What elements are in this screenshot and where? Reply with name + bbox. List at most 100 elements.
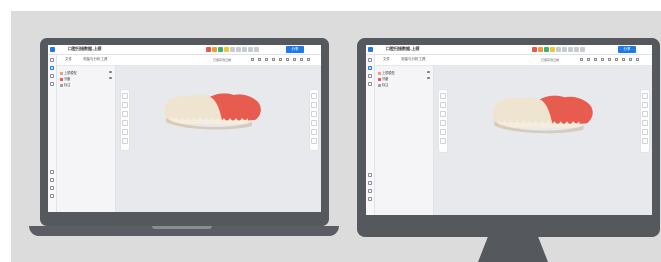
laptop-screen: 口腔扫描数据-上颌 分享 文件 测量与分析工具 已保存到云端 上颌模型 牙龈 标… bbox=[48, 45, 321, 212]
rotate-icon[interactable] bbox=[587, 58, 590, 61]
document-title: 口腔扫描数据-上颌 bbox=[68, 46, 102, 51]
measure-icon[interactable] bbox=[562, 46, 567, 52]
layers-icon[interactable] bbox=[293, 58, 296, 61]
more-icon[interactable] bbox=[636, 58, 639, 61]
history-icon[interactable] bbox=[368, 82, 372, 86]
share-button[interactable]: 分享 bbox=[618, 46, 636, 53]
tab-measure[interactable]: 测量与分析工具 bbox=[83, 57, 108, 62]
gum-icon[interactable] bbox=[544, 46, 549, 52]
tree-item[interactable]: 标注 bbox=[378, 82, 388, 87]
cut-tool-icon[interactable] bbox=[122, 129, 128, 135]
side-view-icon[interactable] bbox=[311, 111, 317, 117]
select-tool-icon[interactable] bbox=[440, 93, 446, 99]
light-icon[interactable] bbox=[279, 58, 282, 61]
home-icon[interactable] bbox=[50, 58, 54, 62]
light-icon[interactable] bbox=[608, 58, 611, 61]
zoom-icon[interactable] bbox=[265, 58, 268, 61]
visibility-icon[interactable] bbox=[109, 71, 112, 73]
help-icon[interactable] bbox=[368, 189, 372, 193]
grid-icon[interactable] bbox=[230, 46, 235, 52]
tab-measure[interactable]: 测量与分析工具 bbox=[401, 57, 426, 62]
scale-tool-icon[interactable] bbox=[440, 120, 446, 126]
object-panel: 上颌模型 牙龈 标注 bbox=[375, 66, 434, 215]
gum-icon[interactable] bbox=[218, 46, 223, 52]
fit-view-icon[interactable] bbox=[311, 138, 317, 144]
home-icon[interactable] bbox=[368, 58, 372, 62]
user-icon[interactable] bbox=[50, 194, 54, 198]
view-icon[interactable] bbox=[251, 58, 254, 61]
visibility-icon[interactable] bbox=[427, 77, 430, 79]
front-view-icon[interactable] bbox=[311, 93, 317, 99]
dental-model[interactable] bbox=[160, 90, 264, 130]
settings-icon[interactable] bbox=[300, 58, 303, 61]
section-icon[interactable] bbox=[242, 46, 247, 52]
tree-item[interactable]: 上颌模型 bbox=[60, 70, 77, 75]
fit-view-icon[interactable] bbox=[642, 138, 648, 144]
zoom-out-icon[interactable] bbox=[642, 129, 648, 135]
rotate-icon[interactable] bbox=[258, 58, 261, 61]
tree-item[interactable]: 牙龈 bbox=[378, 76, 388, 81]
export-icon[interactable] bbox=[50, 178, 54, 182]
top-view-icon[interactable] bbox=[311, 102, 317, 108]
help-icon[interactable] bbox=[50, 186, 54, 190]
scale-tool-icon[interactable] bbox=[122, 120, 128, 126]
paint-tool-icon[interactable] bbox=[440, 138, 446, 144]
more-icon[interactable] bbox=[307, 58, 310, 61]
color-icon[interactable] bbox=[286, 58, 289, 61]
export-icon[interactable] bbox=[368, 181, 372, 185]
top-view-icon[interactable] bbox=[642, 102, 648, 108]
tooth-icon[interactable] bbox=[224, 46, 229, 52]
tree-item[interactable]: 上颌模型 bbox=[378, 70, 395, 75]
paint-tool-icon[interactable] bbox=[122, 138, 128, 144]
cut-tool-icon[interactable] bbox=[440, 129, 446, 135]
zoom-out-icon[interactable] bbox=[311, 129, 317, 135]
tree-item[interactable]: 牙龈 bbox=[60, 76, 70, 81]
annotate-icon[interactable] bbox=[248, 46, 253, 52]
import-icon[interactable] bbox=[50, 170, 54, 174]
3d-viewport[interactable] bbox=[116, 66, 321, 212]
undo-icon[interactable] bbox=[206, 46, 211, 52]
compare-icon[interactable] bbox=[254, 46, 259, 52]
section-icon[interactable] bbox=[568, 46, 573, 52]
zoom-icon[interactable] bbox=[594, 58, 597, 61]
tab-file[interactable]: 文件 bbox=[383, 57, 390, 62]
user-icon[interactable] bbox=[368, 197, 372, 201]
share-button[interactable]: 分享 bbox=[286, 46, 304, 53]
tree-item[interactable]: 标注 bbox=[60, 82, 70, 87]
model-icon[interactable] bbox=[212, 46, 217, 52]
dental-model[interactable] bbox=[488, 92, 596, 134]
model-icon[interactable] bbox=[538, 46, 543, 52]
side-view-icon[interactable] bbox=[642, 111, 648, 117]
tooth-icon[interactable] bbox=[550, 46, 555, 52]
layers-icon[interactable] bbox=[50, 66, 54, 70]
tools-icon[interactable] bbox=[50, 74, 54, 78]
view-icon[interactable] bbox=[580, 58, 583, 61]
pan-icon[interactable] bbox=[272, 58, 275, 61]
layers-icon[interactable] bbox=[622, 58, 625, 61]
zoom-in-icon[interactable] bbox=[642, 120, 648, 126]
undo-icon[interactable] bbox=[532, 46, 537, 52]
visibility-icon[interactable] bbox=[109, 77, 112, 79]
color-swatch bbox=[60, 77, 63, 81]
history-icon[interactable] bbox=[50, 82, 54, 86]
visibility-icon[interactable] bbox=[427, 71, 430, 73]
settings-icon[interactable] bbox=[629, 58, 632, 61]
layers-icon[interactable] bbox=[368, 66, 372, 70]
tools-icon[interactable] bbox=[368, 74, 372, 78]
move-tool-icon[interactable] bbox=[440, 102, 446, 108]
tab-file[interactable]: 文件 bbox=[65, 57, 72, 62]
move-tool-icon[interactable] bbox=[122, 102, 128, 108]
zoom-in-icon[interactable] bbox=[311, 120, 317, 126]
grid-icon[interactable] bbox=[556, 46, 561, 52]
rotate-tool-icon[interactable] bbox=[122, 111, 128, 117]
select-tool-icon[interactable] bbox=[122, 93, 128, 99]
compare-icon[interactable] bbox=[580, 46, 585, 52]
rotate-tool-icon[interactable] bbox=[440, 111, 446, 117]
front-view-icon[interactable] bbox=[642, 93, 648, 99]
import-icon[interactable] bbox=[368, 173, 372, 177]
pan-icon[interactable] bbox=[601, 58, 604, 61]
3d-viewport[interactable] bbox=[434, 66, 652, 215]
annotate-icon[interactable] bbox=[574, 46, 579, 52]
color-icon[interactable] bbox=[615, 58, 618, 61]
measure-icon[interactable] bbox=[236, 46, 241, 52]
